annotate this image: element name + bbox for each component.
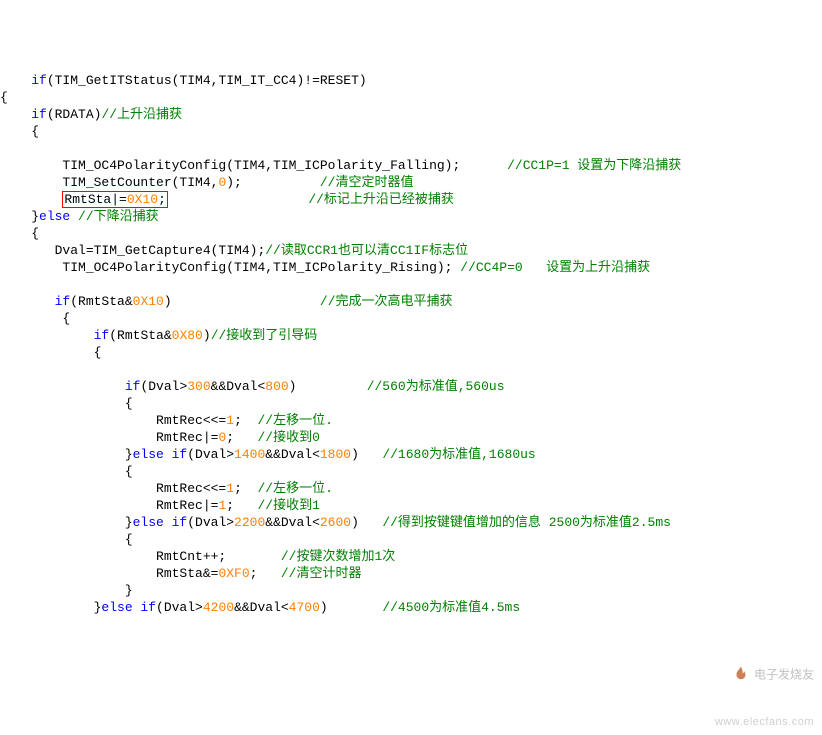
code-line: TIM_OC4PolarityConfig(TIM4,TIM_ICPolarit…	[0, 158, 681, 173]
watermark-url: www.elecfans.com	[715, 716, 814, 728]
code-line: }else //下降沿捕获	[0, 209, 159, 224]
code-line: if(RmtSta&0X10) //完成一次高电平捕获	[0, 294, 453, 309]
code-line: TIM_SetCounter(TIM4,0); //清空定时器值	[0, 175, 413, 190]
code-line: {	[0, 396, 133, 411]
code-line: RmtRec<<=1; //左移一位.	[0, 413, 333, 428]
code-line: if(Dval>300&&Dval<800) //560为标准值,560us	[0, 379, 505, 394]
code-line: if(TIM_GetITStatus(TIM4,TIM_IT_CC4)!=RES…	[0, 73, 367, 88]
code-line: RmtSta&=0XF0; //清空计时器	[0, 566, 361, 581]
code-line: {	[0, 345, 101, 360]
code-line: if(RDATA)//上升沿捕获	[0, 107, 182, 122]
code-line: RmtCnt++; //按键次数增加1次	[0, 549, 395, 564]
code-line: }else if(Dval>2200&&Dval<2600) //得到按键键值增…	[0, 515, 671, 530]
code-line: RmtRec|=1; //接收到1	[0, 498, 320, 513]
code-line: {	[0, 464, 133, 479]
code-line: {	[0, 90, 8, 105]
code-line: {	[0, 311, 70, 326]
flame-icon	[719, 651, 750, 700]
code-line: TIM_OC4PolarityConfig(TIM4,TIM_ICPolarit…	[0, 260, 650, 275]
code-line: RmtSta|=0X10; //标记上升沿已经被捕获	[0, 192, 454, 207]
code-line: {	[0, 226, 39, 241]
code-line: {	[0, 124, 39, 139]
highlighted-code: RmtSta|=0X10;	[62, 191, 167, 208]
code-line: }else if(Dval>4200&&Dval<4700) //4500为标准…	[0, 600, 520, 615]
code-block: if(TIM_GetITStatus(TIM4,TIM_IT_CC4)!=RES…	[0, 72, 822, 616]
code-line: RmtRec|=0; //接收到0	[0, 430, 320, 445]
code-line: }else if(Dval>1400&&Dval<1800) //1680为标准…	[0, 447, 536, 462]
code-line: RmtRec<<=1; //左移一位.	[0, 481, 333, 496]
watermark-brand: 电子发烧友	[754, 668, 814, 682]
watermark: 电子发烧友 www.elecfans.com	[708, 637, 814, 729]
code-line: if(RmtSta&0X80)//接收到了引导码	[0, 328, 317, 343]
code-line: {	[0, 532, 133, 547]
code-line: Dval=TIM_GetCapture4(TIM4);//读取CCR1也可以清C…	[0, 243, 468, 258]
code-line: }	[0, 583, 133, 598]
